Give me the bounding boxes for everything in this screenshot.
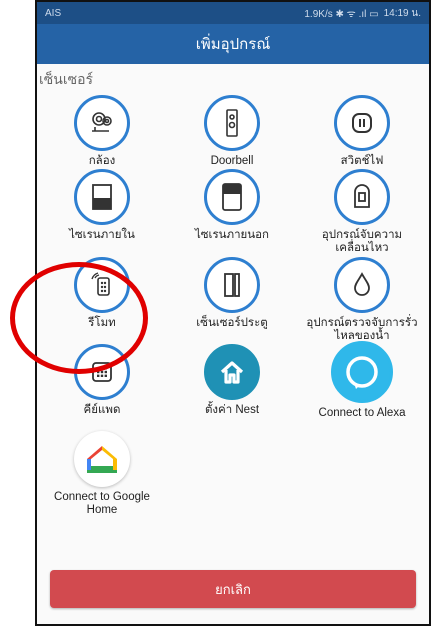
cancel-button[interactable]: ยกเลิก: [50, 570, 416, 608]
device-label: เซ็นเซอร์ประตู: [196, 317, 268, 329]
clock: 14:19 น.: [383, 7, 421, 19]
device-label: กล้อง: [88, 155, 116, 167]
nest-icon: [204, 344, 260, 400]
door-sensor-icon: [204, 257, 260, 313]
device-label: อุปกรณ์จับความ เคลื่อนไหว: [321, 229, 403, 254]
app-bar: เพิ่มอุปกรณ์: [37, 24, 429, 64]
outdoor-siren-icon: [204, 169, 260, 225]
water-leak-icon: [334, 257, 390, 313]
device-label: Connect to Alexa: [318, 407, 406, 419]
cancel-label: ยกเลิก: [215, 581, 251, 597]
device-water-leak[interactable]: อุปกรณ์ตรวจจับการรั่ว ไหลของน้ำ: [297, 257, 427, 343]
device-google-home[interactable]: Connect to Google Home: [37, 431, 167, 517]
device-doorbell[interactable]: Doorbell: [167, 95, 297, 168]
carrier-label: AIS: [45, 7, 62, 19]
device-switch[interactable]: สวิตช์ไฟ: [297, 95, 427, 168]
device-camera[interactable]: กล้อง: [37, 95, 167, 168]
device-label: สวิตช์ไฟ: [340, 155, 384, 167]
camera-icon: [74, 95, 130, 151]
device-alexa[interactable]: Connect to Alexa: [297, 341, 427, 420]
device-door-sensor[interactable]: เซ็นเซอร์ประตู: [167, 257, 297, 330]
google-home-icon: [74, 431, 130, 487]
page-title: เพิ่มอุปกรณ์: [195, 36, 271, 53]
device-label: คีย์แพด: [83, 404, 121, 416]
indoor-siren-icon: [74, 169, 130, 225]
highlight-ellipse: [10, 262, 148, 374]
device-label: Doorbell: [210, 155, 254, 167]
status-bar: AIS 1.9K/s ✱ ᯤ .ıl ▭ 14:19 น.: [37, 2, 429, 24]
device-label: ไซเรนภายใน: [69, 229, 135, 241]
section-label: เซ็นเซอร์: [39, 71, 94, 87]
device-outdoor-siren[interactable]: ไซเรนภายนอก: [167, 169, 297, 242]
device-label: ตั้งค่า Nest: [204, 404, 260, 416]
doorbell-icon: [204, 95, 260, 151]
alexa-icon: [331, 341, 393, 403]
device-nest[interactable]: ตั้งค่า Nest: [167, 344, 297, 417]
status-indicators: 1.9K/s ✱ ᯤ .ıl ▭: [304, 9, 379, 20]
switch-icon: [334, 95, 390, 151]
motion-sensor-icon: [334, 169, 390, 225]
device-label: อุปกรณ์ตรวจจับการรั่ว ไหลของน้ำ: [306, 317, 418, 342]
device-motion-sensor[interactable]: อุปกรณ์จับความ เคลื่อนไหว: [297, 169, 427, 255]
device-label: Connect to Google Home: [54, 491, 150, 516]
device-indoor-siren[interactable]: ไซเรนภายใน: [37, 169, 167, 242]
device-label: ไซเรนภายนอก: [194, 229, 270, 241]
